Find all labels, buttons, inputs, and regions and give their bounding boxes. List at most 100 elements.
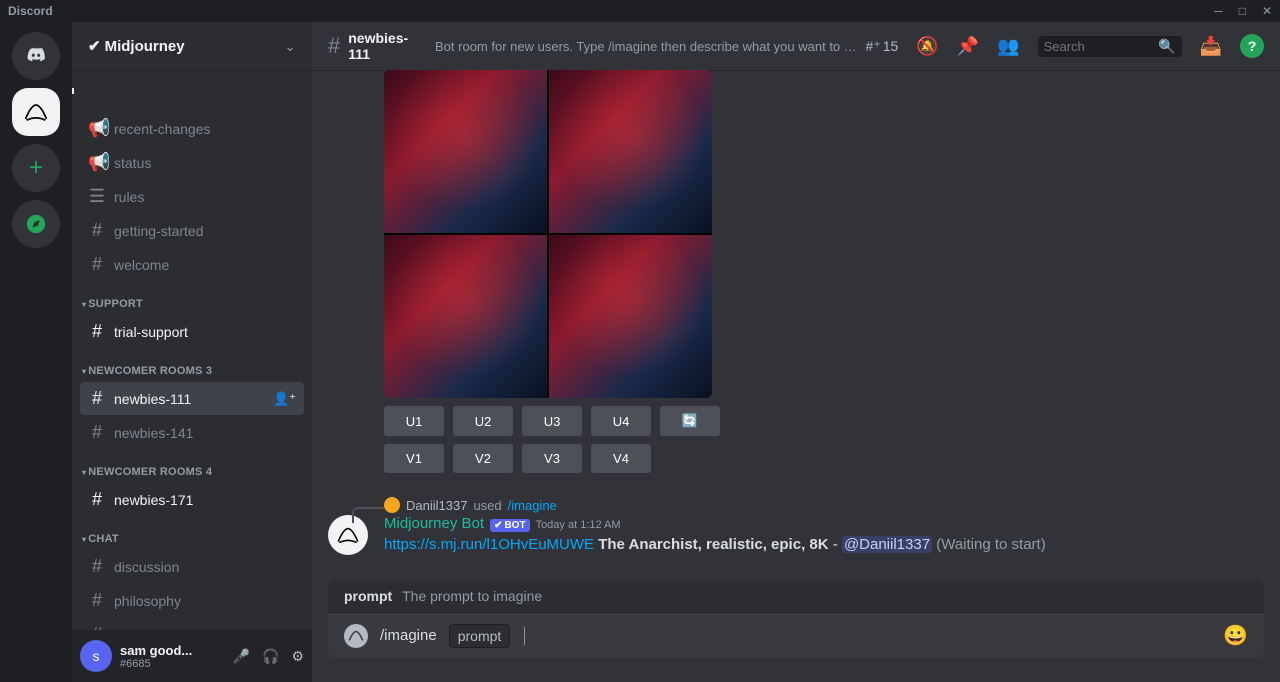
- variation-row: V1 V2 V3 V4: [384, 444, 1264, 473]
- inbox-icon[interactable]: 📥: [1200, 36, 1222, 57]
- command-text: /imagine: [380, 627, 437, 644]
- reply-connector: [352, 507, 384, 523]
- v2-button[interactable]: V2: [453, 444, 513, 473]
- u1-button[interactable]: U1: [384, 406, 444, 436]
- hash-icon: #: [328, 33, 340, 59]
- server-header[interactable]: ✔ Midjourney ⌄: [72, 22, 312, 70]
- hash-icon: #: [88, 220, 106, 241]
- generated-image-grid[interactable]: [384, 70, 712, 398]
- caret-down-icon: ▾: [82, 468, 86, 477]
- search-box[interactable]: 🔍: [1038, 36, 1182, 57]
- channel-rules[interactable]: ☰rules: [80, 180, 304, 213]
- channel-prompt-chat[interactable]: #prompt-chat: [80, 618, 304, 630]
- server-midjourney[interactable]: [12, 88, 60, 136]
- v4-button[interactable]: V4: [591, 444, 651, 473]
- hash-icon: #: [88, 422, 106, 443]
- mic-icon[interactable]: 🎤: [233, 648, 250, 665]
- category-newcomer-4[interactable]: ▾NEWCOMER ROOMS 4: [80, 450, 304, 482]
- channel-newbies-111[interactable]: #newbies-111👤⁺: [80, 382, 304, 415]
- megaphone-icon: 📢: [88, 118, 106, 139]
- image-tile: [384, 235, 547, 398]
- result-link[interactable]: https://s.mj.run/l1OHvEuMUWE: [384, 536, 594, 553]
- message-composer[interactable]: /imagine prompt 😀: [328, 613, 1264, 658]
- user-mention[interactable]: @Daniil1337: [842, 536, 932, 553]
- channel-status[interactable]: 📢status: [80, 146, 304, 179]
- channel-welcome[interactable]: #welcome: [80, 248, 304, 281]
- user-info[interactable]: sam good... #6685: [120, 643, 225, 670]
- emoji-icon[interactable]: 😀: [1223, 623, 1248, 648]
- category-support[interactable]: ▾SUPPORT: [80, 282, 304, 314]
- server-discord-home[interactable]: [12, 32, 60, 80]
- chevron-down-icon: ⌄: [284, 38, 296, 55]
- timestamp: Today at 1:12 AM: [536, 519, 621, 531]
- u2-button[interactable]: U2: [453, 406, 513, 436]
- titlebar: Discord ─ □ ✕: [0, 0, 1280, 22]
- app-title: Discord: [8, 4, 53, 18]
- maximize-icon[interactable]: □: [1239, 4, 1246, 18]
- v1-button[interactable]: V1: [384, 444, 444, 473]
- caret-down-icon: ▾: [82, 300, 86, 309]
- v3-button[interactable]: V3: [522, 444, 582, 473]
- server-explore-button[interactable]: [12, 200, 60, 248]
- server-rail: +: [0, 22, 72, 682]
- thread-icon: #⁺: [866, 38, 881, 55]
- message: Daniil1337 used /imagine Midjourney Bot …: [328, 515, 1264, 555]
- channel-name: newbies-111: [348, 30, 427, 62]
- category-newcomer-3[interactable]: ▾NEWCOMER ROOMS 3: [80, 349, 304, 381]
- members-icon[interactable]: 👥: [997, 36, 1019, 57]
- hash-icon: #: [88, 590, 106, 611]
- headphones-icon[interactable]: 🎧: [262, 648, 279, 665]
- add-person-icon[interactable]: 👤⁺: [273, 391, 296, 407]
- user-panel: s sam good... #6685 🎤 🎧 ⚙: [72, 630, 312, 682]
- user-avatar[interactable]: s: [80, 640, 112, 672]
- bot-badge: ✔ BOT: [490, 519, 530, 532]
- composer-area: prompt The prompt to imagine /imagine pr…: [312, 580, 1280, 682]
- message-list: U1 U2 U3 U4 🔄 V1 V2 V3 V4 Daniil1337 use…: [312, 70, 1280, 580]
- text-cursor[interactable]: [524, 627, 525, 645]
- hash-icon: #: [88, 254, 106, 275]
- minimize-icon[interactable]: ─: [1214, 4, 1223, 18]
- u3-button[interactable]: U3: [522, 406, 582, 436]
- hash-icon: #: [88, 489, 106, 510]
- param-chip[interactable]: prompt: [449, 624, 511, 648]
- caret-down-icon: ▾: [82, 535, 86, 544]
- gear-icon[interactable]: ⚙: [291, 648, 304, 665]
- channel-discussion[interactable]: #discussion: [80, 550, 304, 583]
- pin-icon[interactable]: 📌: [957, 36, 979, 57]
- search-input[interactable]: [1044, 39, 1159, 54]
- threads-button[interactable]: #⁺15: [866, 38, 899, 55]
- u4-button[interactable]: U4: [591, 406, 651, 436]
- message-text: https://s.mj.run/l1OHvEuMUWE The Anarchi…: [384, 534, 1264, 555]
- channel-getting-started[interactable]: #getting-started: [80, 214, 304, 247]
- close-icon[interactable]: ✕: [1262, 4, 1272, 18]
- channel-newbies-171[interactable]: #newbies-171: [80, 483, 304, 516]
- channel-recent-changes[interactable]: 📢recent-changes: [80, 112, 304, 145]
- image-tile: [384, 70, 547, 233]
- rules-icon: ☰: [88, 186, 106, 207]
- channel-topic: Bot room for new users. Type /imagine th…: [435, 39, 858, 54]
- channel-header: # newbies-111 Bot room for new users. Ty…: [312, 22, 1280, 70]
- mute-icon[interactable]: 🔕: [916, 36, 938, 57]
- upscale-row: U1 U2 U3 U4 🔄: [384, 406, 1264, 436]
- channel-trial-support[interactable]: #trial-support: [80, 315, 304, 348]
- hash-icon: #: [88, 321, 106, 342]
- refresh-icon: 🔄: [682, 413, 698, 429]
- category-chat[interactable]: ▾CHAT: [80, 517, 304, 549]
- channel-newbies-141[interactable]: #newbies-141: [80, 416, 304, 449]
- channel-list: 📢recent-changes 📢status ☰rules #getting-…: [72, 70, 312, 630]
- bot-name[interactable]: Midjourney Bot: [384, 515, 484, 532]
- reroll-button[interactable]: 🔄: [660, 406, 720, 436]
- window-controls: ─ □ ✕: [1214, 4, 1272, 18]
- channel-sidebar: ✔ Midjourney ⌄ 📢recent-changes 📢status ☰…: [72, 22, 312, 682]
- help-button[interactable]: ?: [1240, 34, 1264, 58]
- server-add-button[interactable]: +: [12, 144, 60, 192]
- image-tile: [549, 235, 712, 398]
- channel-philosophy[interactable]: #philosophy: [80, 584, 304, 617]
- hash-icon: #: [88, 388, 106, 409]
- server-name: ✔ Midjourney: [88, 37, 284, 55]
- reply-source[interactable]: Daniil1337 used /imagine: [384, 497, 557, 513]
- caret-down-icon: ▾: [82, 367, 86, 376]
- app-icon[interactable]: [344, 624, 368, 648]
- hash-icon: #: [88, 556, 106, 577]
- param-hint: prompt The prompt to imagine: [328, 580, 1264, 613]
